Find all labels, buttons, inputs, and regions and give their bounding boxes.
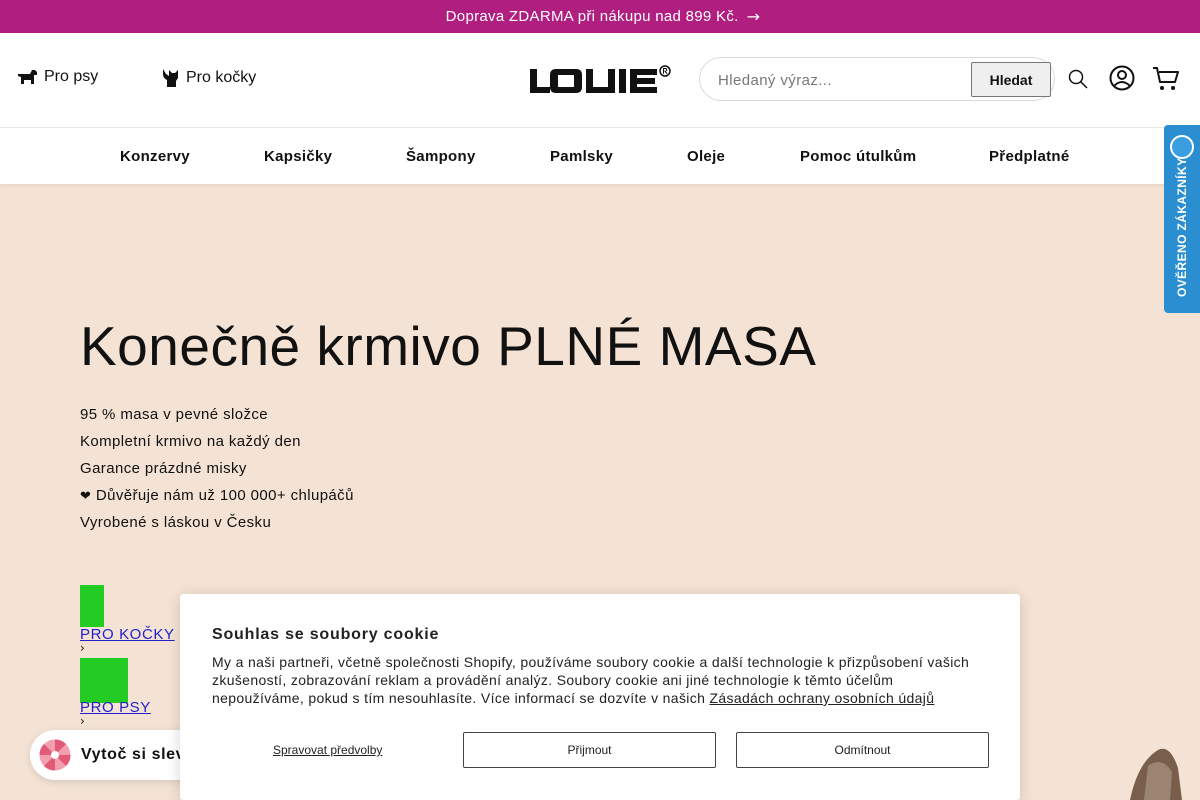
wheel-icon [39, 739, 71, 771]
site-header: Pro psy Pro kočky Hledat [0, 33, 1200, 128]
cookie-consent-dialog: Souhlas se soubory cookie My a naši part… [180, 594, 1020, 800]
dog-icon [18, 70, 37, 84]
nav-item-predplatne[interactable]: Předplatné [989, 148, 1070, 165]
benefit-item: Vyrobené s láskou v Česku [80, 512, 354, 539]
dogs-link[interactable]: Pro psy [16, 68, 98, 86]
announcement-bar[interactable]: Doprava ZDARMA při nákupu nad 899 Kč. → [0, 0, 1200, 33]
benefit-item: Kompletní krmivo na každý den [80, 431, 354, 458]
benefit-item: ❤ Důvěřuje nám už 100 000+ chlupáčů [80, 485, 354, 512]
search-input[interactable] [718, 70, 958, 90]
nav-item-konzervy[interactable]: Konzervy [120, 148, 190, 165]
verified-badge-label: OVĚŘENO ZÁKAZNÍKY [1175, 157, 1189, 297]
decline-button[interactable]: Odmítnout [736, 732, 989, 768]
manage-preferences-link[interactable]: Spravovat předvolby [273, 743, 382, 757]
nav-item-oleje[interactable]: Oleje [687, 148, 725, 165]
nav-item-kapsicky[interactable]: Kapsičky [264, 148, 332, 165]
hero-pet-image [1130, 748, 1182, 800]
cat-icon [163, 69, 178, 87]
account-icon[interactable] [1109, 65, 1135, 91]
benefit-item: 95 % masa v pevné složce [80, 404, 354, 431]
nav-item-pamlsky[interactable]: Pamlsky [550, 148, 613, 165]
chevron-right-icon: › [80, 714, 85, 728]
hero-benefits-list: 95 % masa v pevné složce Kompletní krmiv… [80, 404, 354, 539]
benefit-text: Vyrobené s láskou v Česku [80, 514, 272, 531]
louie-logo[interactable] [530, 65, 672, 95]
search-bar: Hledat [699, 57, 1055, 101]
heart-icon: ❤ [80, 489, 92, 504]
nav-item-pomoc-utulkum[interactable]: Pomoc útulkům [800, 148, 916, 165]
cookie-body: My a naši partneři, včetně společnosti S… [212, 653, 988, 707]
accept-button[interactable]: Přijmout [463, 732, 716, 768]
arrow-right-icon: → [746, 7, 761, 26]
cta-dogs[interactable]: PRO PSY › [80, 658, 151, 728]
benefit-text: Kompletní krmivo na každý den [80, 433, 301, 450]
cookie-title: Souhlas se soubory cookie [212, 626, 440, 643]
dogs-label: Pro psy [44, 68, 99, 85]
cta-cats[interactable]: PRO KOČKY › [80, 585, 175, 655]
privacy-policy-link[interactable]: Zásadách ochrany osobních údajů [709, 690, 934, 706]
cta-cats-image [80, 585, 104, 627]
nav-item-sampony[interactable]: Šampony [406, 148, 476, 165]
brand-logo [530, 65, 671, 93]
search-icon[interactable] [1068, 69, 1088, 89]
search-submit-button[interactable]: Hledat [971, 62, 1051, 97]
announcement-text: Doprava ZDARMA při nákupu nad 899 Kč. [445, 8, 739, 25]
benefit-text: Garance prázdné misky [80, 460, 247, 477]
spin-widget-label: Vytoč si slevu [81, 746, 196, 763]
verified-seal-icon [1170, 135, 1194, 159]
cta-dogs-image [80, 658, 128, 703]
verified-reviews-badge[interactable]: OVĚŘENO ZÁKAZNÍKY [1164, 125, 1200, 313]
cta-cats-link[interactable]: PRO KOČKY [80, 626, 175, 643]
hero-title: Konečně krmivo PLNÉ MASA [80, 315, 817, 377]
cats-label: Pro kočky [186, 69, 257, 86]
cart-icon[interactable] [1152, 65, 1180, 93]
benefit-text: 95 % masa v pevné složce [80, 406, 269, 423]
benefit-text: Důvěřuje nám už 100 000+ chlupáčů [95, 487, 354, 504]
cats-link[interactable]: Pro kočky [160, 68, 256, 88]
main-navigation: Konzervy Kapsičky Šampony Pamlsky Oleje … [0, 128, 1200, 184]
cta-dogs-link[interactable]: PRO PSY [80, 699, 151, 716]
benefit-item: Garance prázdné misky [80, 458, 354, 485]
chevron-right-icon: › [80, 641, 85, 655]
